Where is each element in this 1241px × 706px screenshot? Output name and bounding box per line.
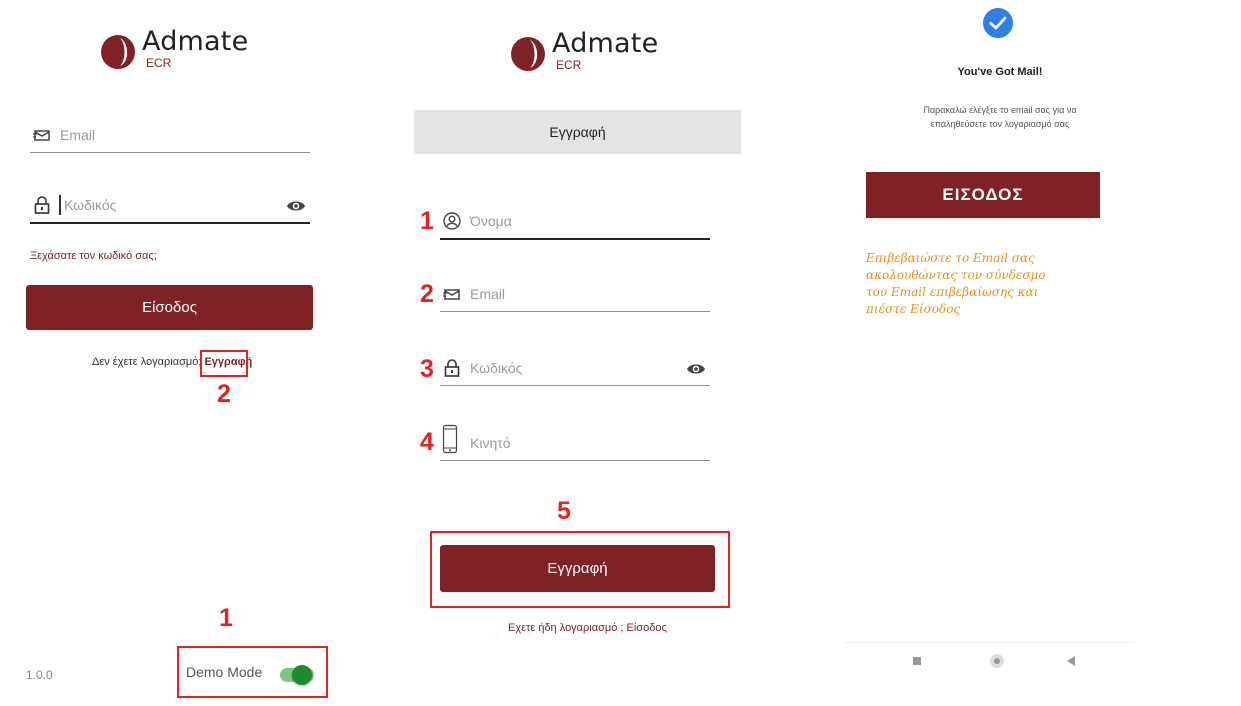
logo-sub: ECR [146,56,172,70]
mail-message-line: Παρακαλώ ελέγξτε το email σας για να [923,105,1077,115]
password-field[interactable]: Κωδικός [30,190,310,224]
annotation-step-3: 3 [420,355,434,383]
annotation-step-2: 2 [420,280,434,308]
check-circle-icon [983,8,1013,38]
toggle-knob [292,665,312,685]
logo-name: Admate [142,26,249,57]
eye-icon[interactable] [286,196,306,216]
mail-message-line: επαληθεύσετε τον λογαριασμό σας [930,119,1070,129]
annotation-step-2: 2 [217,380,231,408]
mobile-field[interactable]: Κινητό [440,424,710,461]
envelope-icon [33,130,50,141]
password-label: Κωδικός [64,197,117,213]
no-account-text: Δεν έχετε λογαριασμό; [92,356,202,368]
email-label: Email [470,286,506,302]
lock-icon [444,359,460,377]
register-logo: Admate ECR [510,30,658,72]
verify-email-note: Επιβεβαιώστε το Email σας ακολουθώντας τ… [866,250,1046,318]
forgot-password-link[interactable]: Ξεχάσατε τον κωδικό σας; [30,250,157,262]
register-header: Εγγραφή [414,110,741,154]
register-link-highlight [200,350,248,377]
mail-message: Παρακαλώ ελέγξτε το email σας για να επα… [860,103,1140,131]
name-label: Όνομα [470,213,512,229]
nav-divider [845,642,1135,643]
nav-square-icon[interactable] [913,657,921,665]
envelope-icon [443,289,460,300]
app-version: 1.0.0 [26,668,53,682]
nav-circle-icon[interactable] [990,654,1004,668]
mail-title: You've Got Mail! [957,66,1043,78]
eye-icon[interactable] [686,359,706,379]
demo-mode-label: Demo Mode [186,664,263,680]
annotation-step-5: 5 [557,497,571,525]
user-icon [443,212,461,230]
password-label: Κωδικός [470,360,523,376]
email-label: Email [60,127,96,143]
annotation-step-4: 4 [420,428,434,456]
logo-sub: ECR [556,58,582,72]
register-button[interactable]: Εγγραφή [440,545,715,592]
note-line: Επιβεβαιώστε το Email σας [866,251,1035,265]
mobile-icon [442,424,458,454]
text-caret [59,195,61,215]
annotation-step-1: 1 [219,604,233,632]
annotation-step-1: 1 [420,207,434,235]
name-field[interactable]: Όνομα [440,206,710,240]
lock-icon [34,196,50,214]
email-field[interactable]: Email [30,120,310,153]
register-email-field[interactable]: Email [440,279,710,312]
mail-login-button[interactable]: ΕΙΣΟΔΟΣ [866,172,1100,218]
logo-mark-icon [511,37,545,71]
register-password-field[interactable]: Κωδικός [440,353,710,386]
note-line: ακολουθώντας τον σύνδεσμο [866,268,1046,282]
logo-mark-icon [101,35,135,69]
mobile-label: Κινητό [470,435,511,451]
register-header-title: Εγγραφή [549,124,606,140]
have-account-link[interactable]: Εχετε ήδη λογαριασμό ; Είσοδος [508,622,667,634]
login-logo: Admate ECR [100,28,248,70]
nav-back-icon[interactable] [1066,655,1076,667]
have-account-text[interactable]: Εχετε ήδη λογαριασμό ; Είσοδος [508,622,667,634]
logo-name: Admate [552,28,659,59]
login-button[interactable]: Είσοδος [26,285,313,330]
note-line: του Email επιβεβαίωσης και [866,285,1039,299]
note-line: πιέστε Είσοδος [866,302,961,316]
